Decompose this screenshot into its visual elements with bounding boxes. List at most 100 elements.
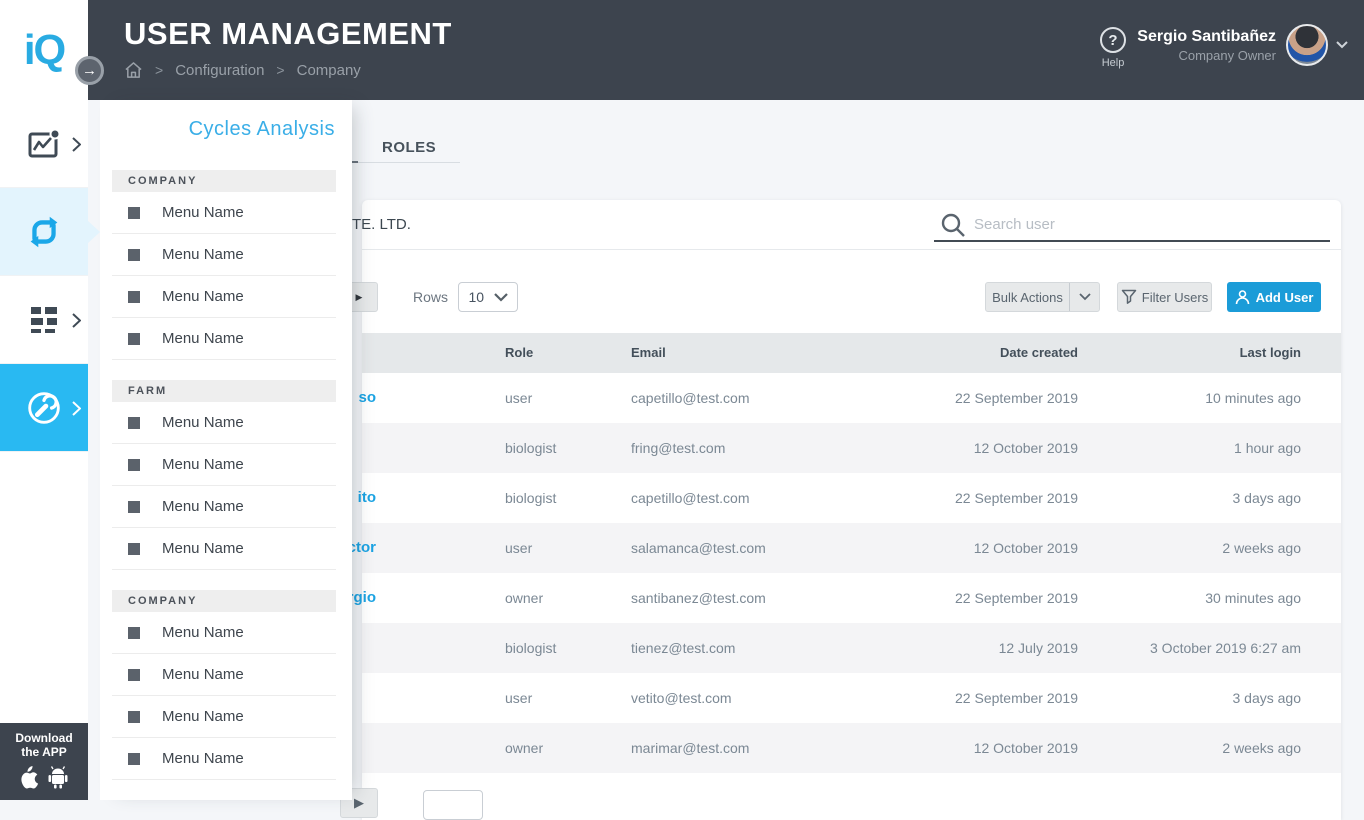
flyout-menu-item[interactable]: Menu Name [112, 612, 336, 654]
help-label: Help [1100, 57, 1126, 69]
sidebar-collapse-button[interactable]: → [75, 56, 104, 85]
company-header-row: TE. LTD. [362, 200, 1341, 250]
cell-last-login: 2 weeks ago [1222, 723, 1301, 773]
sidebar-item-analytics[interactable] [0, 100, 88, 188]
rows-per-page-select[interactable]: 10 [458, 282, 518, 312]
flyout-section-header: FARM [112, 380, 336, 402]
square-bullet-icon [128, 711, 140, 723]
play-right-icon: ▶ [354, 795, 364, 811]
table-row[interactable]: ctorusersalamanca@test.com12 October 201… [362, 523, 1341, 573]
cell-role: biologist [505, 473, 556, 523]
flyout-menu-item[interactable]: Menu Name [112, 318, 336, 360]
flyout-menu-item[interactable]: Menu Name [112, 528, 336, 570]
breadcrumb-item-configuration[interactable]: Configuration [175, 62, 264, 79]
flyout-menu-item[interactable]: Menu Name [112, 486, 336, 528]
android-icon[interactable] [47, 765, 69, 789]
help-button[interactable]: ? Help [1100, 27, 1126, 69]
top-header: USER MANAGEMENT > Configuration > Compan… [88, 0, 1364, 100]
cell-date-created: 22 September 2019 [955, 573, 1078, 623]
cell-role: biologist [505, 623, 556, 673]
table-row[interactable]: rgioownersantibanez@test.com22 September… [362, 573, 1341, 623]
apple-icon[interactable] [19, 765, 39, 789]
play-right-icon: ▶ [356, 292, 363, 303]
search-icon [940, 212, 966, 238]
flyout-section-header: COMPANY [112, 590, 336, 612]
cycle-arrows-icon [23, 211, 65, 253]
cell-last-login: 10 minutes ago [1205, 373, 1301, 423]
app-logo[interactable]: iQ [0, 0, 88, 100]
flyout-menu-item[interactable]: Menu Name [112, 654, 336, 696]
square-bullet-icon [128, 291, 140, 303]
home-icon[interactable] [124, 61, 143, 79]
download-label-line1: Download [0, 731, 88, 745]
column-header-role: Role [505, 333, 533, 373]
square-bullet-icon [128, 501, 140, 513]
flyout-menu-item[interactable]: Menu Name [112, 402, 336, 444]
account-menu[interactable]: Sergio Santibañez Company Owner [1137, 24, 1348, 66]
cell-role: owner [505, 573, 543, 623]
flyout-menu-item[interactable]: Menu Name [112, 738, 336, 780]
sidebar-item-modules[interactable] [0, 276, 88, 364]
toolbar: ▶ Rows 10 Bulk Actions Filter Users Add … [362, 250, 1341, 333]
cell-email: fring@test.com [631, 423, 725, 473]
question-mark-icon: ? [1100, 27, 1126, 53]
tab-roles[interactable]: ROLES [382, 139, 436, 156]
breadcrumb-item-company[interactable]: Company [297, 62, 361, 79]
flyout-item-label: Menu Name [162, 456, 244, 473]
cell-email: capetillo@test.com [631, 373, 749, 423]
flyout-item-label: Menu Name [162, 750, 244, 767]
cell-date-created: 12 July 2019 [999, 623, 1078, 673]
flyout-menu-item[interactable]: Menu Name [112, 444, 336, 486]
cell-last-login: 1 hour ago [1234, 423, 1301, 473]
table-row[interactable]: itobiologistcapetillo@test.com22 Septemb… [362, 473, 1341, 523]
breadcrumb-separator: > [276, 62, 284, 78]
cell-email: santibanez@test.com [631, 573, 766, 623]
flyout-menu-item[interactable]: Menu Name [112, 696, 336, 738]
flyout-item-label: Menu Name [162, 246, 244, 263]
rows-label: Rows [413, 282, 448, 312]
active-item-arrow [88, 221, 100, 243]
cell-date-created: 12 October 2019 [974, 423, 1078, 473]
search-input[interactable] [974, 210, 1314, 238]
table-header: Role Email Date created Last login [362, 333, 1341, 373]
table-row[interactable]: biologisttienez@test.com12 July 20193 Oc… [362, 623, 1341, 673]
square-bullet-icon [128, 333, 140, 345]
cell-last-login: 3 October 2019 6:27 am [1150, 623, 1301, 673]
table-row[interactable]: uservetito@test.com22 September 20193 da… [362, 673, 1341, 723]
flyout-item-label: Menu Name [162, 330, 244, 347]
table-row[interactable]: biologistfring@test.com12 October 20191 … [362, 423, 1341, 473]
rows-per-page-select-bottom[interactable] [423, 790, 483, 820]
rows-value: 10 [468, 289, 484, 305]
table-body: sousercapetillo@test.com22 September 201… [362, 373, 1341, 773]
flyout-section-header: COMPANY [112, 170, 336, 192]
flyout-menu-item[interactable]: Menu Name [112, 276, 336, 318]
flyout-menu-item[interactable]: Menu Name [112, 234, 336, 276]
flyout-item-label: Menu Name [162, 288, 244, 305]
sidebar-item-settings[interactable] [0, 364, 88, 452]
chevron-down-icon [494, 293, 508, 302]
table-row[interactable]: ownermarimar@test.com12 October 20192 we… [362, 723, 1341, 773]
filter-users-label: Filter Users [1142, 290, 1208, 305]
add-user-label: Add User [1256, 290, 1314, 305]
bulk-actions-button[interactable]: Bulk Actions [985, 282, 1100, 312]
users-card: TE. LTD. ▶ Rows 10 Bulk Actions [362, 200, 1341, 820]
cell-date-created: 22 September 2019 [955, 373, 1078, 423]
sidebar-item-cycles-analysis[interactable] [0, 188, 88, 276]
table-row[interactable]: sousercapetillo@test.com22 September 201… [362, 373, 1341, 423]
avatar[interactable] [1286, 24, 1328, 66]
square-bullet-icon [128, 207, 140, 219]
download-app-badge[interactable]: Download the APP [0, 723, 88, 800]
wrench-circle-icon [23, 387, 65, 429]
square-bullet-icon [128, 753, 140, 765]
cell-date-created: 22 September 2019 [955, 673, 1078, 723]
add-user-button[interactable]: Add User [1227, 282, 1321, 312]
chart-monitor-icon [25, 126, 63, 162]
flyout-item-label: Menu Name [162, 708, 244, 725]
chevron-down-icon[interactable] [1069, 283, 1099, 311]
flyout-menu-item[interactable]: Menu Name [112, 192, 336, 234]
square-bullet-icon [128, 249, 140, 261]
chevron-down-icon [1336, 41, 1348, 49]
cell-last-login: 3 days ago [1233, 473, 1302, 523]
filter-users-button[interactable]: Filter Users [1117, 282, 1212, 312]
column-header-date-created: Date created [1000, 333, 1078, 373]
